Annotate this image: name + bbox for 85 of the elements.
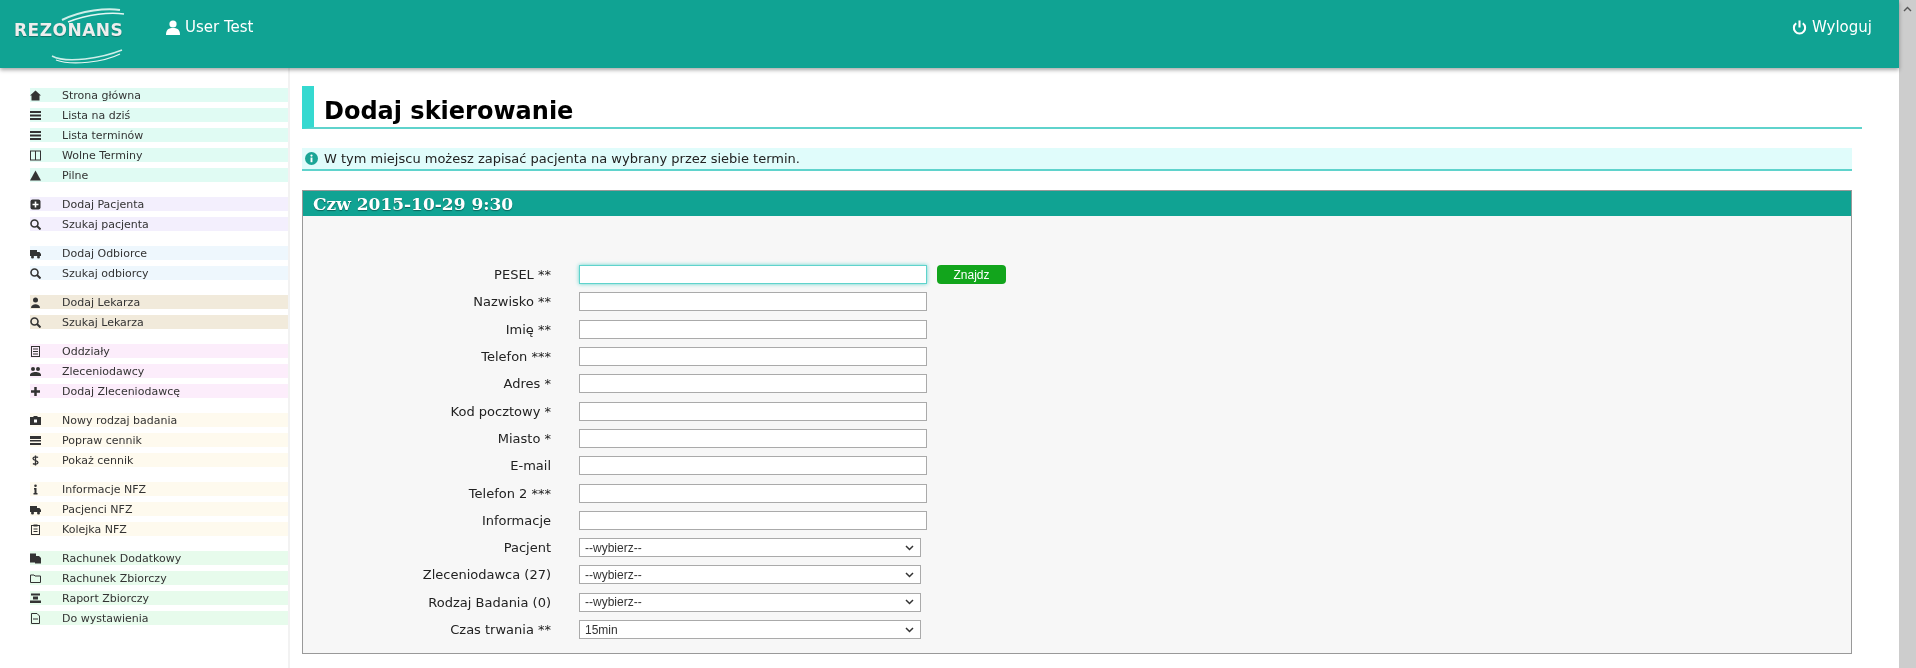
doc-icon xyxy=(30,612,41,624)
field-label: Rodzaj Badania (0) xyxy=(427,594,552,610)
sidebar-item[interactable]: Popraw cennik xyxy=(30,433,288,447)
sidebar-item[interactable]: Rachunek Zbiorczy xyxy=(30,571,288,585)
input-field[interactable] xyxy=(579,292,927,312)
field-label: Czas trwania ** xyxy=(449,622,552,637)
field-label: Imię ** xyxy=(504,321,552,337)
input-field[interactable] xyxy=(579,483,927,503)
sidebar-item[interactable]: Lista na dziś xyxy=(30,108,288,122)
input-field[interactable] xyxy=(579,347,927,367)
list-icon xyxy=(30,129,41,141)
logo-text: REZONANS xyxy=(14,20,124,40)
warn-icon xyxy=(30,169,41,181)
field-label: Pacjent xyxy=(502,540,552,556)
field-label: Telefon *** xyxy=(480,349,552,365)
input-field[interactable] xyxy=(579,265,927,285)
field-label: Informacje xyxy=(480,512,552,528)
field-label: Miasto * xyxy=(496,430,552,446)
info-icon xyxy=(305,152,318,165)
sidebar-item[interactable]: Dodaj Zleceniodawcę xyxy=(30,384,288,398)
field-label: PESEL ** xyxy=(493,267,552,283)
sidebar-item[interactable]: Dodaj Odbiorce xyxy=(30,246,288,260)
select-field[interactable]: --wybierz-- xyxy=(579,592,921,612)
sidebar-item[interactable]: Dodaj Lekarza xyxy=(30,295,288,309)
sidebar-item[interactable]: Wolne Terminy xyxy=(30,148,288,162)
field-label: Kod pocztowy * xyxy=(449,403,552,419)
truck-icon xyxy=(30,503,41,515)
field-label: Telefon 2 *** xyxy=(467,485,552,501)
field-label: Adres * xyxy=(502,376,552,392)
search-icon xyxy=(30,316,41,328)
chevron-icon xyxy=(905,571,914,578)
columns-icon xyxy=(30,149,41,161)
sidebar-item[interactable]: Szukaj Lekarza xyxy=(30,315,288,329)
list-icon xyxy=(30,109,41,121)
dollar-icon xyxy=(30,454,41,466)
chevron-icon xyxy=(905,599,914,606)
input-field[interactable] xyxy=(579,319,927,339)
field-label: Zleceniodawca (27) xyxy=(421,567,552,583)
folder-icon xyxy=(30,572,41,584)
home-icon xyxy=(30,89,41,101)
info-text: W tym miejscu możesz zapisać pacjenta na wybrany przez siebie termin. xyxy=(324,151,800,166)
select-field[interactable]: --wybierz-- xyxy=(579,565,921,585)
user-icon xyxy=(166,19,180,35)
sidebar-item[interactable]: Informacje NFZ xyxy=(30,482,288,496)
building-icon xyxy=(30,345,41,357)
chevron-icon xyxy=(905,544,914,551)
input-field[interactable] xyxy=(579,456,927,476)
sidebar-item[interactable]: Kolejka NFZ xyxy=(30,522,288,536)
input-field[interactable] xyxy=(579,510,927,530)
input-field[interactable] xyxy=(579,401,927,421)
sidebar-item[interactable]: Szukaj odbiorcy xyxy=(30,266,288,280)
field-label: Nazwisko ** xyxy=(472,294,552,310)
select-field[interactable]: 15min xyxy=(579,620,921,639)
users-icon xyxy=(30,365,41,377)
truck-icon xyxy=(30,247,41,259)
panel-title: Czw 2015-10-29 9:30 xyxy=(313,193,514,214)
page-title: Dodaj skierowanie xyxy=(302,86,1862,129)
caret-up-icon xyxy=(1903,6,1912,12)
power-icon xyxy=(1792,19,1807,35)
sidebar-item[interactable]: Lista terminów xyxy=(30,128,288,142)
clip-icon xyxy=(30,523,41,535)
input-field[interactable] xyxy=(579,374,927,394)
sidebar-item[interactable]: Nowy rodzaj badania xyxy=(30,413,288,427)
sidebar-item[interactable]: Pokaż cennik xyxy=(30,453,288,467)
sidebar-item[interactable]: Oddziały xyxy=(30,344,288,358)
stack-icon xyxy=(30,592,41,604)
sidebar-item[interactable]: Pilne xyxy=(30,168,288,182)
user-icon xyxy=(30,296,41,308)
cross-icon xyxy=(30,385,41,397)
sidebar-item[interactable]: Do wystawienia xyxy=(30,611,288,625)
chevron-icon xyxy=(905,626,914,633)
zoom-icon xyxy=(30,267,41,279)
sidebar-item[interactable]: Raport Zbiorczy xyxy=(30,591,288,605)
field-label: E-mail xyxy=(509,458,552,474)
sidebar-item[interactable]: Pacjenci NFZ xyxy=(30,502,288,516)
zoom-icon xyxy=(30,218,41,230)
select-field[interactable]: --wybierz-- xyxy=(579,538,921,558)
sidebar-item[interactable]: Rachunek Dodatkowy xyxy=(30,551,288,565)
sidebar-item[interactable]: Strona główna xyxy=(30,88,288,102)
input-field[interactable] xyxy=(579,428,927,448)
sidebar-item[interactable]: Dodaj Pacjenta xyxy=(30,197,288,211)
scrollbar[interactable] xyxy=(1899,0,1916,668)
sidebar-item[interactable]: Szukaj pacjenta xyxy=(30,217,288,231)
sidebar-item[interactable]: Zleceniodawcy xyxy=(30,364,288,378)
plus-icon xyxy=(30,198,41,210)
